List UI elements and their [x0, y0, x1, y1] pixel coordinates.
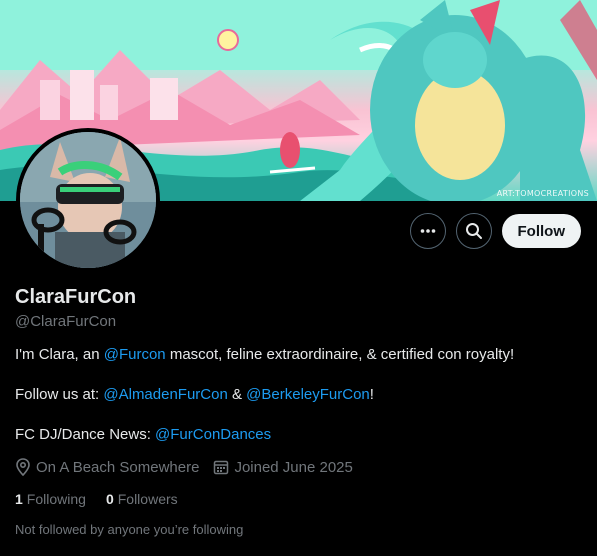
- more-horizontal-icon: [420, 229, 435, 233]
- mention-link-almadenfurcon[interactable]: @AlmadenFurCon: [103, 386, 227, 403]
- bio-line-1: I'm Clara, an @Furcon mascot, feline ext…: [15, 345, 585, 365]
- joined-text: Joined June 2025: [234, 458, 353, 476]
- calendar-icon: [214, 460, 229, 475]
- bio-line-3: FC DJ/Dance News: @FurConDances: [15, 425, 585, 445]
- followers-count: 0: [105, 491, 114, 507]
- profile-actions: Follow: [409, 213, 581, 249]
- location-text: On A Beach Somewhere: [36, 458, 200, 476]
- not-followed-note: Not followed by anyone you’re following: [15, 522, 244, 537]
- more-button[interactable]: [409, 213, 446, 249]
- profile-handle: @ClaraFurCon: [15, 313, 117, 330]
- bio-text: &: [227, 386, 247, 403]
- bio-text: FC DJ/Dance News:: [15, 426, 156, 443]
- location: On A Beach Somewhere: [15, 458, 199, 476]
- avatar[interactable]: [16, 128, 160, 272]
- profile-meta: On A Beach Somewhere Joined June 2025: [15, 458, 353, 476]
- search-button[interactable]: [455, 213, 492, 249]
- bio-text: !: [369, 386, 374, 403]
- bio-line-2: Follow us at: @AlmadenFurCon & @Berkeley…: [15, 385, 585, 405]
- location-pin-icon: [16, 458, 30, 476]
- bio-text: Follow us at:: [15, 386, 104, 403]
- avatar-image: [20, 132, 156, 268]
- mention-link-furcondances[interactable]: @FurConDances: [155, 426, 271, 443]
- mention-link-furcon[interactable]: @Furcon: [104, 346, 166, 363]
- banner-credit: ART:TOMOCREATIONS: [496, 189, 589, 198]
- following-link[interactable]: 1 Following: [15, 491, 86, 507]
- join-date: Joined June 2025: [213, 458, 353, 476]
- bio-text: I'm Clara, an: [15, 346, 104, 363]
- bio-text: mascot, feline extraordinaire, & certifi…: [165, 346, 515, 363]
- follow-button[interactable]: Follow: [501, 214, 581, 248]
- followers-label: Followers: [117, 491, 178, 507]
- mention-link-berkeleyfurcon[interactable]: @BerkeleyFurCon: [246, 386, 370, 403]
- display-name: ClaraFurCon: [15, 286, 137, 308]
- search-icon: [465, 223, 482, 239]
- follow-stats: 1 Following 0 Followers: [15, 491, 178, 507]
- following-count: 1: [15, 491, 23, 507]
- profile-bio: I'm Clara, an @Furcon mascot, feline ext…: [15, 345, 585, 445]
- following-label: Following: [26, 491, 86, 507]
- followers-link[interactable]: 0 Followers: [106, 491, 178, 507]
